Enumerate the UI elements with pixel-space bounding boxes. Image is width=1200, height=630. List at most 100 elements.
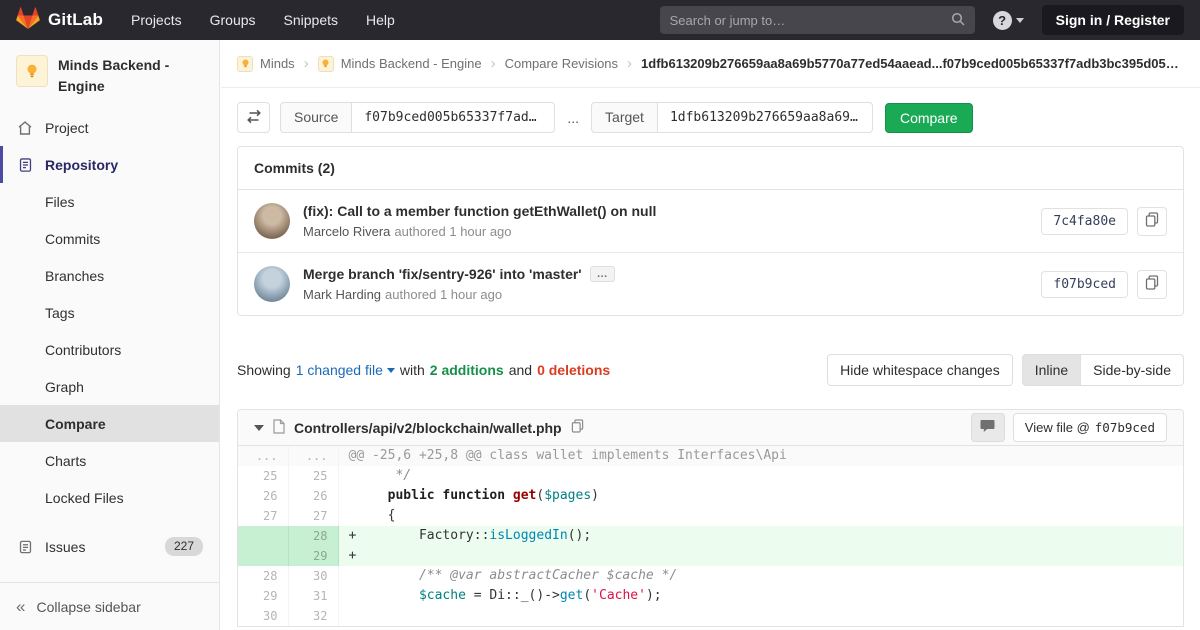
- diff-line-number-new[interactable]: 30: [288, 566, 339, 586]
- diff-line: 25 25 */: [238, 466, 1183, 486]
- inline-view-button[interactable]: Inline: [1021, 354, 1082, 386]
- navbar-item-groups[interactable]: Groups: [210, 12, 256, 28]
- view-file-button[interactable]: View file @ f07b9ced: [1012, 413, 1167, 442]
- code-token: isLoggedIn: [489, 528, 568, 543]
- breadcrumb-project[interactable]: Minds Backend - Engine: [317, 55, 482, 72]
- repository-icon: [16, 157, 34, 173]
- commit-title-link[interactable]: Merge branch 'fix/sentry-926' into 'mast…: [303, 266, 582, 282]
- sidebar-item-label: Repository: [45, 156, 119, 173]
- side-by-side-view-button[interactable]: Side-by-side: [1081, 354, 1184, 386]
- expand-commit-description-button[interactable]: …: [589, 266, 615, 282]
- sidebar-item-charts[interactable]: Charts: [0, 442, 219, 479]
- diff-line: 28 30 /** @var abstractCacher $cache */: [238, 566, 1183, 586]
- diff-line-number-old[interactable]: 29: [238, 586, 289, 606]
- commit-author[interactable]: Marcelo Rivera: [303, 224, 390, 239]
- sidebar-item-compare[interactable]: Compare: [0, 405, 219, 442]
- avatar[interactable]: [254, 266, 290, 302]
- code-token: 'Cache': [591, 588, 646, 603]
- commit-sha-link[interactable]: f07b9ced: [1041, 270, 1128, 298]
- sidebar-item-contributors[interactable]: Contributors: [0, 331, 219, 368]
- gitlab-wordmark: GitLab: [48, 10, 104, 29]
- file-path[interactable]: Controllers/api/v2/blockchain/wallet.php: [294, 420, 562, 436]
- swap-revisions-button[interactable]: [237, 102, 270, 133]
- sidebar-item-commits[interactable]: Commits: [0, 220, 219, 257]
- commit-title-link[interactable]: (fix): Call to a member function getEthW…: [303, 203, 1028, 219]
- commit-row: Merge branch 'fix/sentry-926' into 'mast…: [238, 252, 1183, 315]
- diff-line-number-old[interactable]: 26: [238, 486, 289, 506]
- commit-authored-ago: authored 1 hour ago: [394, 224, 512, 239]
- sidebar-item-project[interactable]: Project: [0, 109, 219, 146]
- sidebar-item-graph[interactable]: Graph: [0, 368, 219, 405]
- source-ref-field[interactable]: [352, 102, 556, 133]
- sidebar-item-branches[interactable]: Branches: [0, 257, 219, 294]
- with-label: with: [399, 362, 425, 378]
- diff-line-number-old[interactable]: 28: [238, 566, 289, 586]
- collapse-file-caret-icon[interactable]: [254, 424, 264, 436]
- sidebar-project-header[interactable]: Minds Backend - Engine: [0, 40, 219, 109]
- code-token: get: [559, 588, 584, 603]
- diff-line: 26 26 public function get($pages): [238, 486, 1183, 506]
- diff-line-number-new[interactable]: 25: [288, 466, 339, 486]
- help-menu[interactable]: ?: [992, 10, 1024, 30]
- breadcrumb-separator: ›: [627, 55, 633, 72]
- diff-line-added: 28 + Factory::isLoggedIn();: [238, 526, 1183, 546]
- copy-file-path-icon[interactable]: [571, 419, 584, 436]
- diff-hunk-header: @@ -25,6 +25,8 @@ class wallet implement…: [338, 446, 1183, 466]
- diff-line-code: [338, 606, 1183, 626]
- commit-sha-link[interactable]: 7c4fa80e: [1041, 207, 1128, 235]
- diff-hunk-row: ... ... @@ -25,6 +25,8 @@ class wallet i…: [238, 446, 1183, 466]
- home-icon: [16, 120, 34, 136]
- view-file-sha: f07b9ced: [1094, 420, 1155, 435]
- source-input-group: Source: [280, 102, 556, 133]
- copy-sha-button[interactable]: [1137, 269, 1167, 299]
- copy-icon: [1145, 212, 1159, 230]
- diff-line-number-old[interactable]: 25: [238, 466, 289, 486]
- code-token: (: [536, 488, 545, 503]
- code-token: get: [512, 488, 537, 503]
- compare-button[interactable]: Compare: [884, 102, 973, 133]
- search-input[interactable]: [669, 12, 943, 28]
- sidebar-item-locked-files[interactable]: Locked Files: [0, 479, 219, 516]
- collapse-label: Collapse sidebar: [36, 598, 141, 615]
- diff-line-number-new[interactable]: 28: [288, 526, 339, 546]
- target-ref-field[interactable]: [657, 102, 873, 133]
- search-icon: [951, 12, 965, 29]
- sign-in-button[interactable]: Sign in / Register: [1041, 5, 1184, 35]
- gitlab-logo[interactable]: GitLab: [16, 7, 103, 33]
- diff-line-number-old[interactable]: [238, 526, 289, 546]
- breadcrumb-group[interactable]: Minds: [237, 55, 295, 72]
- sidebar-item-issues[interactable]: Issues 227: [0, 528, 219, 565]
- hide-whitespace-button[interactable]: Hide whitespace changes: [827, 354, 1013, 386]
- diff-mode-toggle: Inline Side-by-side: [1021, 354, 1184, 386]
- diff-line-number-new[interactable]: 32: [288, 606, 339, 626]
- diff-line-number-new[interactable]: 26: [288, 486, 339, 506]
- code-token: {: [348, 508, 396, 523]
- navbar-item-snippets[interactable]: Snippets: [284, 12, 338, 28]
- compare-form: Source ... Target Compare: [221, 88, 1200, 146]
- navbar-item-projects[interactable]: Projects: [131, 12, 182, 28]
- diff-line-number-new[interactable]: 31: [288, 586, 339, 606]
- diff-line-number-old[interactable]: [238, 546, 289, 566]
- sidebar-item-tags[interactable]: Tags: [0, 294, 219, 331]
- sidebar-item-files[interactable]: Files: [0, 183, 219, 220]
- changed-files-dropdown[interactable]: 1 changed file: [296, 362, 395, 378]
- diff-line-number-new[interactable]: 27: [288, 506, 339, 526]
- diff-line-number-old[interactable]: 30: [238, 606, 289, 626]
- navbar-item-help[interactable]: Help: [366, 12, 395, 28]
- breadcrumb-compare-revisions[interactable]: Compare Revisions: [505, 56, 618, 71]
- code-token: public function: [387, 488, 513, 503]
- sidebar-item-repository[interactable]: Repository: [0, 146, 219, 183]
- diff-line-number-new[interactable]: 29: [288, 546, 339, 566]
- copy-sha-button[interactable]: [1137, 206, 1167, 236]
- view-file-label: View file @: [1024, 420, 1090, 435]
- issues-icon: [16, 539, 34, 555]
- commit-author[interactable]: Mark Harding: [303, 287, 381, 302]
- copy-icon: [1145, 275, 1159, 293]
- diff-line-number-old[interactable]: 27: [238, 506, 289, 526]
- avatar[interactable]: [254, 203, 290, 239]
- toggle-comments-button[interactable]: [970, 413, 1005, 442]
- project-sidebar: Minds Backend - Engine Project Repositor…: [0, 40, 220, 630]
- main-content: Minds › Minds Backend - Engine › Compare…: [221, 40, 1200, 630]
- diff-file-actions: View file @ f07b9ced: [970, 413, 1167, 442]
- collapse-sidebar-button[interactable]: « Collapse sidebar: [0, 582, 219, 630]
